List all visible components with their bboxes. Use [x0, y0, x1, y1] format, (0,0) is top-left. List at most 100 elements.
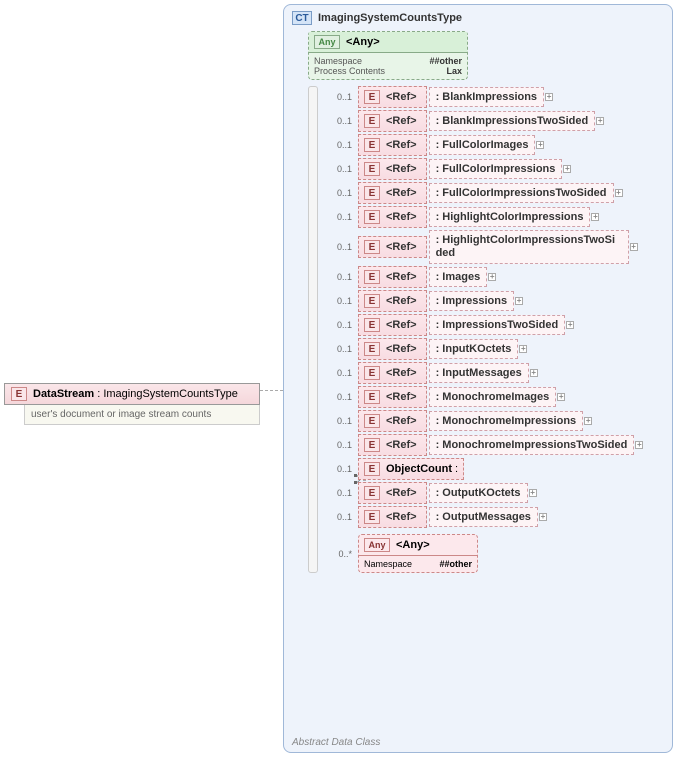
any-child-header: Any <Any>	[359, 535, 477, 556]
root-element: E DataStream : ImagingSystemCountsType u…	[4, 383, 260, 425]
any-block-header: Any <Any>	[309, 32, 467, 53]
cardinality-label: 0..1	[328, 212, 352, 222]
child-ref-box[interactable]: E<Ref>	[358, 86, 427, 108]
child-row: 0..1 E<Ref>: MonochromeImpressionsTwoSide…	[328, 434, 668, 456]
element-badge: E	[364, 270, 380, 284]
child-ref-box[interactable]: E<Ref>	[358, 206, 427, 228]
expand-icon[interactable]: +	[615, 189, 623, 197]
expand-icon[interactable]: +	[584, 417, 592, 425]
expand-icon[interactable]: +	[488, 273, 496, 281]
ct-header: CT ImagingSystemCountsType	[288, 9, 668, 27]
ref-label: <Ref>	[386, 511, 417, 523]
child-ref-box[interactable]: E<Ref>	[358, 182, 427, 204]
any-child-body: Namespace ##other	[359, 556, 477, 572]
child-element[interactable]: EObjectCount :	[358, 458, 464, 480]
cardinality-label: 0..1	[328, 116, 352, 126]
root-name: DataStream	[33, 388, 94, 400]
element-badge: E	[11, 387, 27, 401]
child-ref-name[interactable]: : InputMessages+	[429, 363, 529, 383]
child-ref-box[interactable]: E <Ref>	[358, 410, 427, 432]
child-row: 0..1E<Ref>: Impressions+	[328, 290, 668, 312]
child-ref-name[interactable]: : FullColorImages+	[429, 135, 536, 155]
child-ref-box[interactable]: E<Ref>	[358, 482, 427, 504]
child-ref-name[interactable]: : BlankImpressionsTwoSided+	[429, 111, 596, 131]
element-badge: E	[364, 342, 380, 356]
any-pc-label: Process Contents	[314, 66, 385, 76]
expand-icon[interactable]: +	[630, 243, 638, 251]
expand-icon[interactable]: +	[530, 369, 538, 377]
any-block-top[interactable]: Any <Any> Namespace ##other Process Cont…	[308, 31, 468, 80]
child-ref-box[interactable]: E<Ref>	[358, 314, 427, 336]
element-badge: E	[364, 366, 380, 380]
cardinality-label: 0..1	[328, 464, 352, 474]
ref-label: <Ref>	[386, 343, 417, 355]
child-ref-box[interactable]: E <Ref>	[358, 338, 427, 360]
any-ns-label: Namespace	[314, 56, 362, 66]
complex-type-container: CT ImagingSystemCountsType Any <Any> Nam…	[283, 4, 673, 753]
child-row: 0..1E<Ref>: FullColorImpressions+	[328, 158, 668, 180]
child-ref-name[interactable]: : MonochromeImages+	[429, 387, 557, 407]
cardinality-label: 0..*	[328, 549, 352, 559]
child-ref-name[interactable]: : FullColorImpressionsTwoSided+	[429, 183, 614, 203]
child-ref-name[interactable]: : Images+	[429, 267, 488, 287]
any-block-bottom[interactable]: Any <Any> Namespace ##other	[358, 534, 478, 573]
child-row: 0..1 E<Ref>: HighlightColorImpressionsTwo…	[328, 230, 668, 264]
child-ref-box[interactable]: E<Ref>	[358, 386, 427, 408]
child-ref-name[interactable]: : FullColorImpressions+	[429, 159, 563, 179]
child-ref-box[interactable]: E<Ref>	[358, 506, 427, 528]
child-ref-box[interactable]: E<Ref>	[358, 134, 427, 156]
cardinality-label: 0..1	[328, 392, 352, 402]
expand-icon[interactable]: +	[515, 297, 523, 305]
child-ref-box[interactable]: E<Ref>	[358, 158, 427, 180]
child-ref-box[interactable]: E<Ref>	[358, 236, 427, 258]
child-ref-name[interactable]: : Impressions+	[429, 291, 515, 311]
expand-icon[interactable]: +	[539, 513, 547, 521]
expand-icon[interactable]: +	[635, 441, 643, 449]
ref-label: <Ref>	[386, 295, 417, 307]
child-ref-name[interactable]: : HighlightColorImpressionsTwoSided+	[429, 230, 629, 264]
child-ref-name[interactable]: : InputKOctets+	[429, 339, 519, 359]
child-ref-name[interactable]: : OutputKOctets+	[429, 483, 528, 503]
child-row: 0..1E<Ref>: InputKOctets+	[328, 338, 668, 360]
child-ref-name[interactable]: : MonochromeImpressions+	[429, 411, 584, 431]
child-ref-box[interactable]: E<Ref>	[358, 434, 427, 456]
root-element-header[interactable]: E DataStream : ImagingSystemCountsType	[4, 383, 260, 405]
any-pc-value: Lax	[446, 66, 462, 76]
root-type: ImagingSystemCountsType	[103, 388, 238, 400]
ref-label: <Ref>	[386, 415, 417, 427]
expand-icon[interactable]: +	[536, 141, 544, 149]
ref-label: <Ref>	[386, 241, 417, 253]
child-row: 0..1E<Ref>: ImpressionsTwoSided+	[328, 314, 668, 336]
expand-icon[interactable]: +	[519, 345, 527, 353]
any-badge: Any	[314, 35, 340, 49]
cardinality-label: 0..1	[328, 242, 352, 252]
child-ref-name[interactable]: : HighlightColorImpressions+	[429, 207, 591, 227]
ref-label: <Ref>	[386, 139, 417, 151]
child-ref-name[interactable]: : ImpressionsTwoSided+	[429, 315, 566, 335]
expand-icon[interactable]: +	[529, 489, 537, 497]
expand-icon[interactable]: +	[557, 393, 565, 401]
ref-label: <Ref>	[386, 367, 417, 379]
child-ref-box[interactable]: E<Ref>	[358, 290, 427, 312]
any-label: <Any>	[346, 36, 380, 48]
cardinality-label: 0..1	[328, 188, 352, 198]
element-badge: E	[364, 162, 380, 176]
any-block-body: Namespace ##other Process Contents Lax	[309, 53, 467, 79]
expand-icon[interactable]: +	[545, 93, 553, 101]
cardinality-label: 0..1	[328, 440, 352, 450]
child-ref-name[interactable]: : MonochromeImpressionsTwoSided+	[429, 435, 635, 455]
any-bottom-label: <Any>	[396, 539, 430, 551]
child-ref-box[interactable]: E<Ref>	[358, 110, 427, 132]
expand-icon[interactable]: +	[596, 117, 604, 125]
expand-icon[interactable]: +	[563, 165, 571, 173]
child-ref-name[interactable]: : OutputMessages+	[429, 507, 538, 527]
child-ref-box[interactable]: E <Ref>	[358, 362, 427, 384]
child-name: ObjectCount :	[386, 463, 458, 475]
child-row: 0..1 E<Ref>: MonochromeImages+	[328, 386, 668, 408]
expand-icon[interactable]: +	[566, 321, 574, 329]
child-ref-box[interactable]: E<Ref>	[358, 266, 427, 288]
cardinality-label: 0..1	[328, 368, 352, 378]
child-ref-name[interactable]: : BlankImpressions+	[429, 87, 544, 107]
element-badge: E	[364, 414, 380, 428]
expand-icon[interactable]: +	[591, 213, 599, 221]
